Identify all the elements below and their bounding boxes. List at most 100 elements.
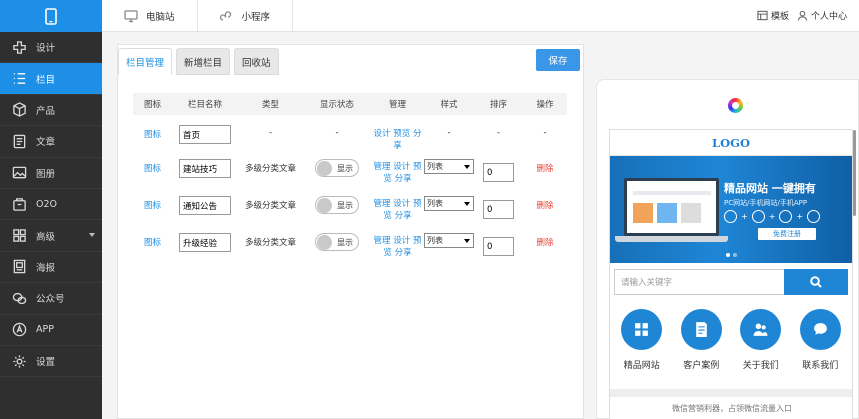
sidebar-item-label: 栏目 [36, 74, 56, 86]
sidebar-item-o2o[interactable]: O2O [0, 189, 102, 221]
save-button[interactable]: 保存 [536, 49, 580, 71]
column-table: 图标 栏目名称 类型 显示状态 管理 样式 排序 操作 图标 - - 设计 预览… [133, 93, 567, 270]
row-manage-links[interactable]: 管理 设计 预览 分享 [371, 196, 424, 222]
miniprogram-icon [219, 10, 231, 21]
row-icon-link[interactable]: 图标 [133, 125, 172, 140]
sidebar-item-poster[interactable]: 海报 [0, 252, 102, 284]
store-icon [11, 196, 27, 212]
sidebar-item-label: 图册 [36, 168, 56, 180]
order-input[interactable] [483, 200, 514, 219]
quick-link-label: 关于我们 [742, 361, 779, 371]
phone-preview: LOGO 精品网站 一键拥有 PC网站/手机网站/手机APP + + + 免费注… [596, 79, 859, 419]
row-action: - [543, 128, 547, 138]
status-toggle[interactable]: 显示 [315, 159, 359, 177]
preview-scrollbar[interactable] [853, 130, 856, 216]
column-name-input[interactable] [179, 159, 231, 178]
sidebar-item-design[interactable]: 设计 [0, 32, 102, 64]
preview-search-input[interactable]: 请输入关键字 [614, 269, 784, 295]
quick-link-cases[interactable]: 客户案例 [673, 309, 729, 371]
tab-pc-site[interactable]: 电脑站 [102, 0, 198, 31]
row-icon-link[interactable]: 图标 [133, 159, 172, 174]
dropdown-arrow-icon [464, 165, 470, 169]
column-name-input[interactable] [179, 196, 231, 215]
status-toggle[interactable]: 显示 [315, 233, 359, 251]
sidebar-item-advanced[interactable]: 高级 [0, 220, 102, 252]
tab-mini-program[interactable]: 小程序 [198, 0, 294, 31]
phone-screen: LOGO 精品网站 一键拥有 PC网站/手机网站/手机APP + + + 免费注… [609, 129, 853, 419]
column-name-input[interactable] [179, 125, 231, 144]
grid-icon [11, 228, 27, 244]
delete-link[interactable]: 删除 [523, 233, 567, 248]
sidebar-item-album[interactable]: 图册 [0, 158, 102, 189]
row-style: - [447, 128, 451, 138]
quick-link-sites[interactable]: 精品网站 [614, 309, 670, 371]
toggle-label: 显示 [337, 200, 353, 210]
design-icon [11, 39, 27, 55]
toggle-knob [317, 235, 332, 250]
table-row: 图标 - - 设计 预览 分享 - - - [133, 125, 567, 159]
banner-title: 精品网站 一键拥有 [724, 182, 816, 195]
user-center-label: 个人中心 [810, 12, 847, 22]
toggle-knob [317, 161, 332, 176]
row-type: 多级分类文章 [244, 201, 296, 211]
sidebar-item-label: 设计 [36, 43, 56, 55]
row-manage-links[interactable]: 设计 预览 分享 [371, 125, 424, 152]
column-name-input[interactable] [179, 233, 231, 252]
toggle-label: 显示 [337, 237, 353, 247]
tab-label: 小程序 [241, 11, 271, 23]
header-type: 类型 [261, 100, 279, 110]
sidebar-item-product[interactable]: 产品 [0, 95, 102, 127]
banner-register-button[interactable]: 免费注册 [758, 228, 816, 240]
style-select-value: 列表 [427, 236, 443, 245]
preview-search: 请输入关键字 [614, 269, 848, 295]
template-button[interactable]: 模板 [757, 9, 789, 22]
order-input[interactable] [483, 163, 514, 182]
user-center-button[interactable]: 个人中心 [797, 9, 847, 22]
quick-link-label: 精品网站 [623, 361, 660, 371]
row-icon-link[interactable]: 图标 [133, 196, 172, 211]
tab-recycle-bin[interactable]: 回收站 [234, 48, 279, 75]
document-icon [695, 322, 707, 337]
header-status: 显示状态 [319, 100, 354, 110]
dropdown-arrow-icon [464, 239, 470, 243]
style-select[interactable]: 列表 [424, 233, 474, 248]
chevron-down-icon [89, 233, 95, 238]
style-select-value: 列表 [427, 162, 443, 171]
delete-link[interactable]: 删除 [523, 159, 567, 174]
tab-add-column[interactable]: 新增栏目 [176, 48, 231, 75]
sidebar-item-column[interactable]: 栏目 [0, 63, 102, 95]
grid-squares-icon [635, 323, 649, 336]
sidebar-item-label: 高级 [36, 231, 56, 243]
sidebar-item-label: O2O [36, 198, 57, 210]
delete-link[interactable]: 删除 [523, 196, 567, 211]
row-icon-link[interactable]: 图标 [133, 233, 172, 248]
row-manage-links[interactable]: 管理 设计 预览 分享 [371, 233, 424, 259]
user-icon [797, 10, 808, 21]
order-input[interactable] [483, 237, 514, 256]
carousel-dots[interactable] [726, 253, 737, 257]
sidebar-item-article[interactable]: 文章 [0, 126, 102, 158]
quick-link-about[interactable]: 关于我们 [733, 309, 789, 371]
sidebar-item-label: APP [36, 324, 54, 336]
top-bar-right: 模板 个人中心 [757, 0, 859, 31]
style-select[interactable]: 列表 [424, 196, 474, 211]
style-select[interactable]: 列表 [424, 159, 474, 174]
quick-link-contact[interactable]: 联系我们 [792, 309, 848, 371]
template-label: 模板 [770, 12, 789, 22]
tab-label: 电脑站 [146, 11, 175, 23]
chat-icon [813, 323, 827, 335]
status-toggle[interactable]: 显示 [315, 196, 359, 214]
preview-search-button[interactable] [784, 269, 848, 295]
header-name: 栏目名称 [187, 100, 222, 110]
phone-camera-icon [728, 98, 743, 113]
quick-link-label: 联系我们 [802, 361, 839, 371]
tab-column-management[interactable]: 栏目管理 [118, 48, 173, 75]
sidebar-item-settings[interactable]: 设置 [0, 346, 102, 378]
sidebar-device-toggle[interactable] [0, 0, 102, 32]
monitor-icon [124, 9, 138, 22]
sidebar-item-wechat[interactable]: 公众号 [0, 283, 102, 315]
sidebar-item-app[interactable]: APP [0, 315, 102, 346]
row-manage-links[interactable]: 管理 设计 预览 分享 [371, 159, 424, 185]
cube-icon [11, 102, 27, 118]
table-row: 图标 多级分类文章 显示 管理 设计 预览 分享 列表 删除 [133, 196, 567, 233]
